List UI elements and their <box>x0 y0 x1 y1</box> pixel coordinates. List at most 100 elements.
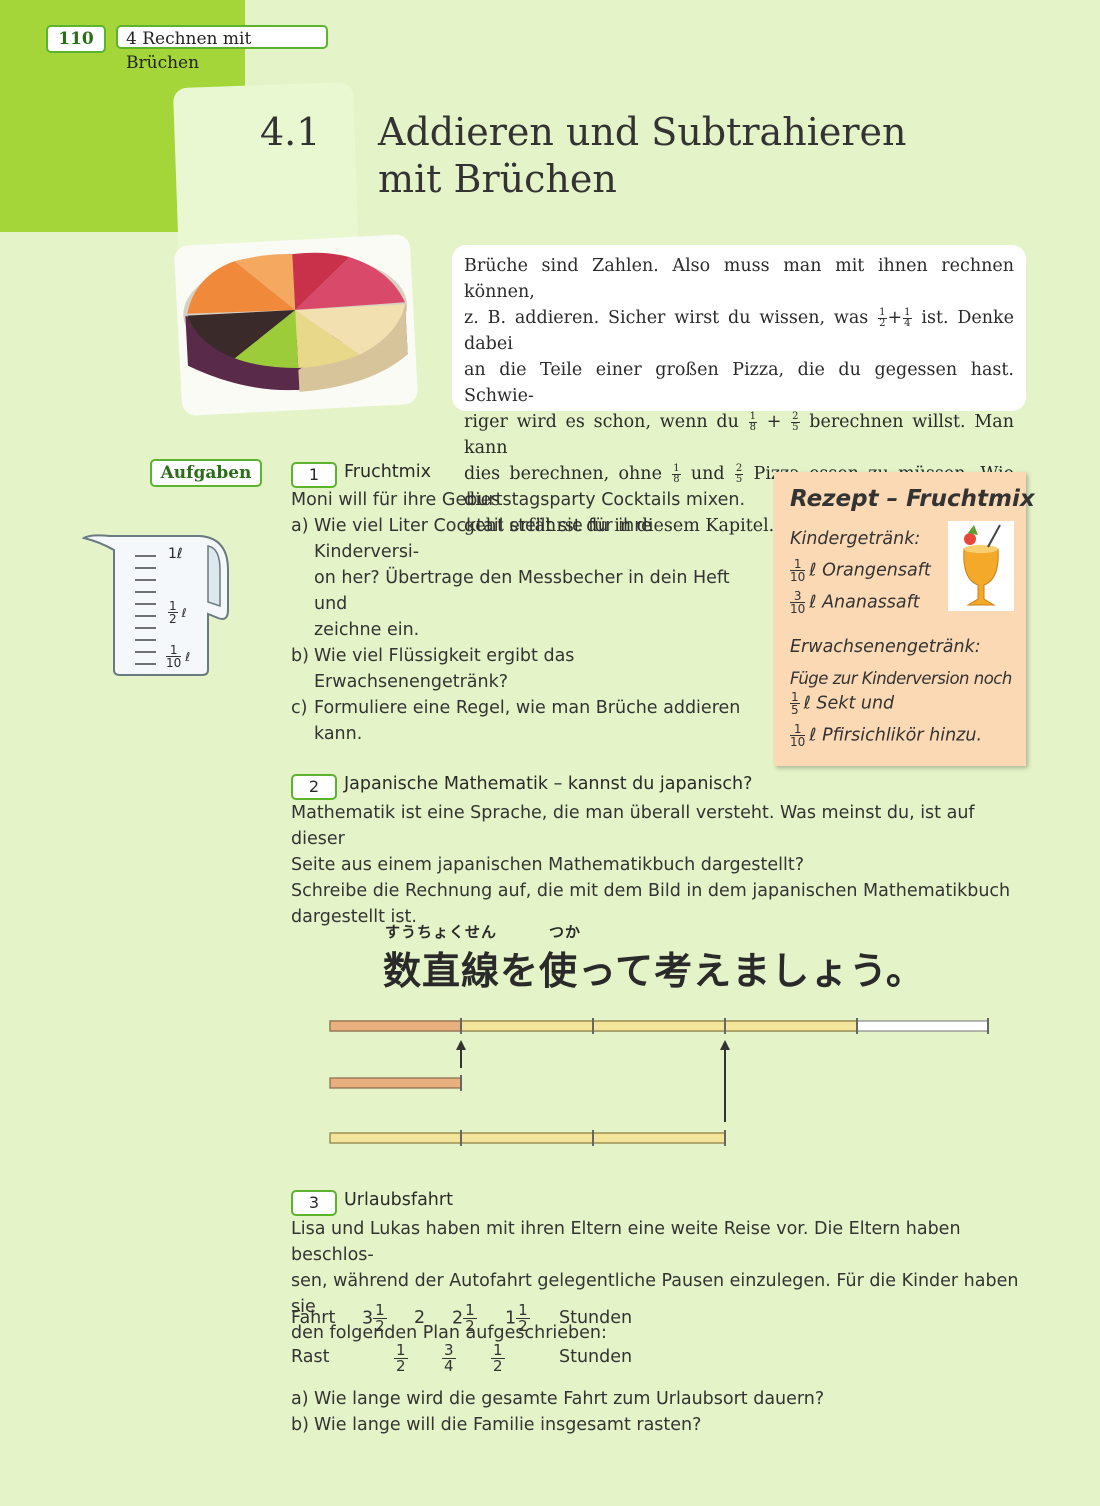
task-1-title: Fruchtmix <box>344 462 431 482</box>
task-1-item-c: c) Formuliere eine Regel, wie man Brüche… <box>291 695 761 747</box>
denominator: 10 <box>790 570 806 584</box>
task-1-number: 1 <box>291 462 337 488</box>
denominator: 2 <box>396 1357 406 1375</box>
fraction: 18 <box>672 464 681 485</box>
item-line: kann. <box>314 724 363 744</box>
fraction: 12 <box>878 308 887 329</box>
denominator: 2 <box>879 318 886 329</box>
denominator: 2 <box>375 1317 385 1335</box>
denominator: 5 <box>735 474 743 485</box>
item-text: Wie lange wird die gesamte Fahrt zum Url… <box>314 1389 825 1409</box>
fraction: 34 <box>442 1343 456 1374</box>
fraction: 12 <box>491 1343 505 1374</box>
section-title-line2: mit Brüchen <box>378 157 617 201</box>
item-label: a) <box>291 1389 309 1409</box>
task-3-item-a: a) Wie lange wird die gesamte Fahrt zum U… <box>291 1386 1021 1412</box>
measuring-cup-drawing <box>81 534 229 676</box>
fraction: 12 <box>373 1303 387 1334</box>
orange-bar <box>329 1077 462 1089</box>
section-number: 4.1 <box>260 110 321 154</box>
cake-illustration <box>183 252 408 392</box>
page-number: 110 <box>46 25 106 53</box>
task-2-line: Mathematik ist eine Sprache, die man übe… <box>291 803 975 849</box>
recipe-kids-item-2: 3 10 ℓ Ananassaft <box>790 590 920 615</box>
yellow-bar <box>329 1132 726 1144</box>
denominator: 5 <box>792 422 799 433</box>
task-3-title: Urlaubsfahrt <box>344 1190 453 1210</box>
japanese-ruby-1: すうちょくせん <box>385 923 498 941</box>
aufgaben-badge: Aufgaben <box>150 459 262 487</box>
denominator: 10 <box>790 602 806 616</box>
denominator: 2 <box>169 612 177 626</box>
plan-fahrt-label: Fahrt <box>291 1308 336 1328</box>
fraction: 15 <box>790 691 800 716</box>
item-line: zeichne ein. <box>314 620 420 640</box>
rast-value: 12 <box>491 1343 505 1374</box>
task-1-intro: Moni will für ihre Geburtstagsparty Cock… <box>291 490 746 510</box>
task-3-line: Lisa und Lukas haben mit ihren Eltern ei… <box>291 1219 961 1265</box>
fraction: 12 <box>168 600 178 625</box>
rast-value: 34 <box>442 1343 456 1374</box>
intro-line: riger wird es schon, wenn du 18 + 25 ber… <box>464 409 1014 461</box>
chapter-badge: 4 Rechnen mit Brüchen <box>116 25 328 73</box>
intro-text-part: riger wird es schon, wenn du <box>464 412 748 432</box>
denominator: 10 <box>166 656 182 670</box>
arrow-1-head <box>456 1040 466 1050</box>
task-2-line: Seite aus einem japanischen Mathematikbu… <box>291 855 805 875</box>
fraction: 1 10 <box>790 723 806 749</box>
cake-image <box>173 233 419 417</box>
recipe-adult-item-2: 1 10 ℓ Pfirsichlikör hinzu. <box>790 723 982 748</box>
item-label: b) <box>291 646 309 666</box>
denominator: 4 <box>904 318 911 329</box>
intro-line: z. B. addieren. Sicher wirst du wissen, … <box>464 305 1014 357</box>
denominator: 10 <box>790 735 806 749</box>
plan-rast-label: Rast <box>291 1347 330 1367</box>
task-3-number: 3 <box>291 1190 337 1216</box>
cocktail-image <box>948 521 1014 611</box>
item-label: b) <box>291 1415 309 1435</box>
item-label: c) <box>291 698 308 718</box>
task-1-item-b: b) Wie viel Flüssigkeit ergibt das Erwac… <box>291 643 761 695</box>
fahrt-value: 312 <box>362 1303 387 1334</box>
recipe-text: ℓ Pfirsichlikör hinzu. <box>809 725 983 746</box>
fraction: 12 <box>516 1303 530 1334</box>
intro-text-part: und <box>681 464 734 484</box>
number-line-orange-part <box>329 1020 462 1032</box>
recipe-kids-item-1: 1 10 ℓ Orangensaft <box>790 558 931 583</box>
task-1-items: a) Wie viel Liter Cocktail stellt sie fü… <box>291 513 761 747</box>
rast-value: 12 <box>394 1343 408 1374</box>
number-line-diagram <box>329 1018 989 1146</box>
recipe-text: ℓ Ananassaft <box>809 592 920 613</box>
plan-unit: Stunden <box>559 1347 633 1367</box>
item-line: Wie viel Liter Cocktail stellt sie für i… <box>314 516 652 562</box>
fraction: 25 <box>734 464 744 485</box>
japanese-ruby-2: つか <box>549 923 582 941</box>
fahrt-value: 112 <box>505 1303 530 1334</box>
fraction: 3 10 <box>790 590 806 616</box>
denominator: 5 <box>791 703 799 717</box>
fraction: 18 <box>748 412 757 433</box>
cup-label-1-liter: 1ℓ <box>168 546 183 562</box>
task-3-line: sen, während der Autofahrt gelegentliche… <box>291 1271 1019 1317</box>
plus-sign: + <box>887 308 903 328</box>
denominator: 2 <box>493 1357 503 1375</box>
item-line: Wie viel Flüssigkeit ergibt das Erwachse… <box>314 646 575 692</box>
fraction: 14 <box>903 308 912 329</box>
unit: ℓ <box>185 650 191 664</box>
fraction: 1 10 <box>790 558 806 584</box>
whole: 2 <box>452 1308 464 1329</box>
denominator: 8 <box>673 474 680 485</box>
section-title: Addieren und Subtrahieren <box>378 110 907 154</box>
cup-label-half: 12ℓ <box>168 600 187 625</box>
fahrt-value: 2 <box>414 1308 426 1328</box>
task-2-title: Japanische Mathematik – kannst du japani… <box>344 774 753 794</box>
recipe-adult-item-1: 15ℓ Sekt und <box>790 691 894 716</box>
recipe-text: ℓ Orangensaft <box>809 560 931 581</box>
unit: ℓ <box>181 606 187 620</box>
task-1-item-a: a) Wie viel Liter Cocktail stellt sie fü… <box>291 513 761 643</box>
whole: 3 <box>362 1308 374 1329</box>
denominator: 4 <box>444 1357 454 1375</box>
denominator: 2 <box>465 1317 475 1335</box>
item-line: Formuliere eine Regel, wie man Brüche ad… <box>314 698 741 718</box>
plus-sign: + <box>766 412 782 432</box>
